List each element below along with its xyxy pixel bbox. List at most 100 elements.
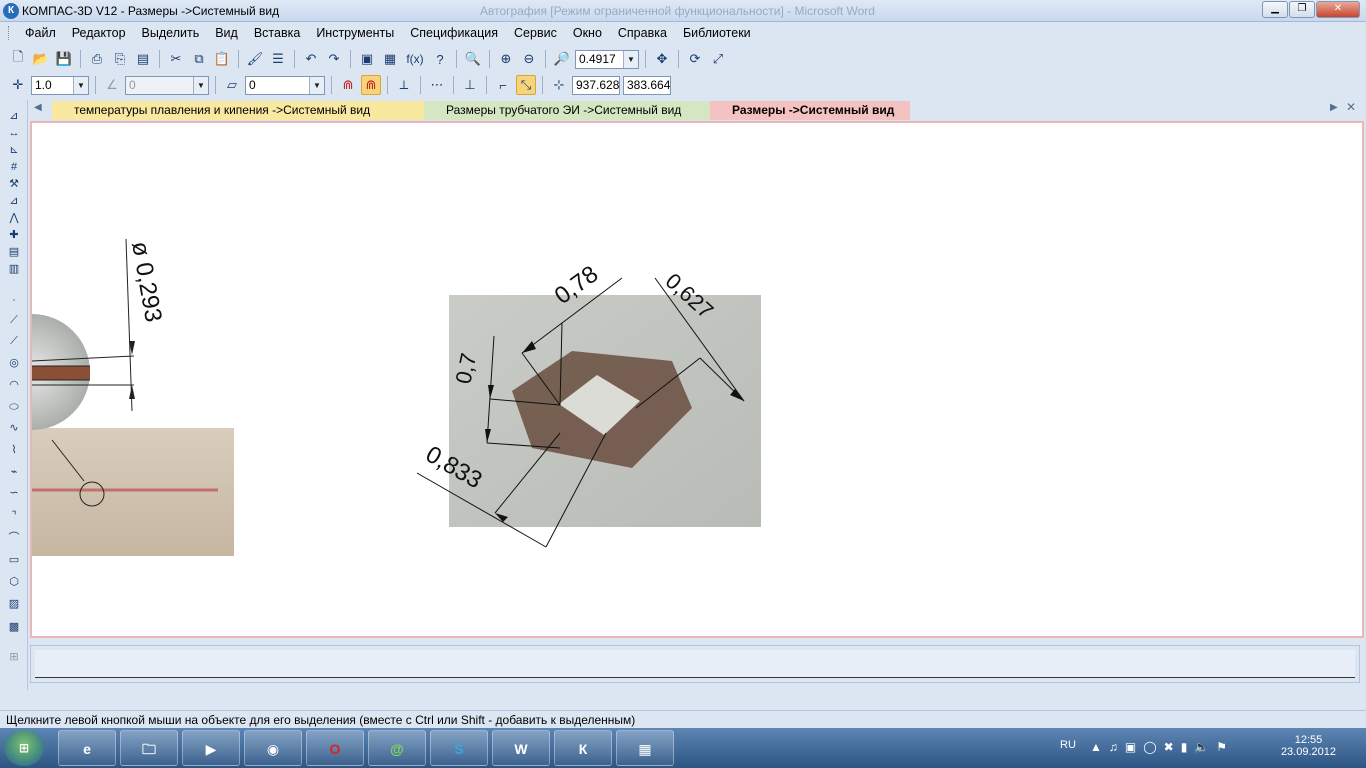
symbols-panel-icon[interactable]: ⊾ (5, 142, 23, 158)
print-preview-icon[interactable]: ⎘ (110, 49, 130, 69)
fill-icon[interactable]: ▩ (5, 619, 23, 635)
grid-icon[interactable]: ⋯ (427, 75, 447, 95)
ie-icon[interactable]: e (58, 730, 116, 766)
arc-icon[interactable]: ◠ (5, 377, 23, 393)
audio-tray-icon[interactable]: ♫ (1109, 740, 1118, 754)
layer-combo[interactable]: 0 ▼ (245, 75, 325, 95)
dimensions-panel-icon[interactable]: ↔ (5, 125, 23, 141)
menu-insert[interactable]: Вставка (246, 26, 308, 40)
show-hidden-icons-icon[interactable]: ▲ (1090, 740, 1102, 754)
new-document-icon[interactable]: 🗋 (8, 49, 28, 69)
word-icon[interactable]: W (492, 730, 550, 766)
skype-icon[interactable]: S (430, 730, 488, 766)
language-indicator[interactable]: RU (1060, 739, 1076, 751)
explorer-icon[interactable]: 🗀 (120, 730, 178, 766)
undo-icon[interactable]: ↶ (301, 49, 321, 69)
help-pointer-icon[interactable]: ? (430, 49, 450, 69)
collection-icon[interactable]: ⊞ (5, 649, 23, 665)
angle-combo[interactable]: 0 ▼ (125, 75, 209, 95)
measure-icon[interactable]: ⊿ (5, 193, 23, 209)
layer-icon[interactable]: ▱ (222, 75, 242, 95)
pan-icon[interactable]: ✥ (652, 49, 672, 69)
snap-magnet-active-icon[interactable]: ⋒ (361, 75, 381, 95)
ellipse-icon[interactable]: ⬭ (5, 399, 23, 415)
zoom-out-icon[interactable]: ⊖ (519, 49, 539, 69)
diameter-dimension-label[interactable]: ø 0,293 (126, 239, 167, 324)
properties-icon[interactable]: ▤ (133, 49, 153, 69)
toolbar-grip[interactable] (8, 26, 11, 40)
rectangle-icon[interactable]: ▭ (5, 552, 23, 568)
paste-icon[interactable]: 📋 (212, 49, 232, 69)
auxiliary-line-icon[interactable]: ⟋ (5, 312, 23, 328)
zoom-scale-icon[interactable]: 🔎 (552, 49, 572, 69)
zoom-in-icon[interactable]: ⊕ (496, 49, 516, 69)
menu-file[interactable]: Файл (17, 26, 64, 40)
coordinates-icon[interactable]: ⊹ (549, 75, 569, 95)
drawing-area[interactable]: ø 0,293 0,78 0,627 0,7 0,833 (30, 121, 1364, 638)
network-tray-icon[interactable]: ✖ (1164, 740, 1174, 754)
chevron-down-icon[interactable]: ▼ (623, 50, 638, 68)
volume-tray-icon[interactable]: 🔈 (1194, 740, 1209, 754)
insert-icon[interactable]: ▥ (5, 261, 23, 277)
tab-melting-temperatures[interactable]: температуры плавления и кипения ->Систем… (52, 101, 424, 120)
spec-icon[interactable]: ✚ (5, 227, 23, 243)
chevron-down-icon[interactable]: ▼ (193, 76, 208, 94)
zoom-combo[interactable]: 0.4917 ▼ (575, 49, 639, 69)
menu-window[interactable]: Окно (565, 26, 610, 40)
menu-view[interactable]: Вид (207, 26, 246, 40)
segment-icon[interactable]: ⟋ (5, 333, 23, 349)
cursor-step-icon[interactable]: ✛ (8, 75, 28, 95)
step-combo[interactable]: 1.0 ▼ (31, 75, 89, 95)
minimize-button[interactable]: ▁ (1262, 1, 1288, 18)
polyline-icon[interactable]: ⌇ (5, 442, 23, 458)
chevron-down-icon[interactable]: ▼ (309, 76, 324, 94)
select-icon[interactable]: ⋀ (5, 210, 23, 226)
tab-dimensions[interactable]: Размеры ->Системный вид (710, 101, 910, 120)
parametrization-icon[interactable]: ⚒ (5, 176, 23, 192)
menu-editor[interactable]: Редактор (64, 26, 134, 40)
maximize-button[interactable]: ❐ (1289, 1, 1315, 18)
ortho-mode-icon[interactable]: ⌐ (493, 75, 513, 95)
polygon-icon[interactable]: ⬡ (5, 574, 23, 590)
kompas-icon[interactable]: К (554, 730, 612, 766)
cut-icon[interactable]: ✂ (166, 49, 186, 69)
bezier-icon[interactable]: ⌁ (5, 464, 23, 480)
x-coordinate-field[interactable]: 937.628 (572, 75, 620, 95)
chevron-down-icon[interactable]: ▼ (73, 76, 88, 94)
tab-scroll-left-icon[interactable]: ◀ (34, 102, 42, 113)
menu-help[interactable]: Справка (610, 26, 675, 40)
chamfer-icon[interactable]: ⌝ (5, 508, 23, 524)
spline-icon[interactable]: ∿ (5, 420, 23, 436)
y-coordinate-field[interactable]: 383.664 (623, 75, 671, 95)
calculator-icon[interactable]: ▦ (616, 730, 674, 766)
nurbs-icon[interactable]: ∽ (5, 485, 23, 501)
redo-icon[interactable]: ↷ (324, 49, 344, 69)
circle-icon[interactable]: ◎ (5, 355, 23, 371)
fillet-icon[interactable]: ⌒ (5, 530, 23, 546)
opera-tray-icon[interactable]: ◯ (1143, 740, 1156, 754)
menu-libraries[interactable]: Библиотеки (675, 26, 759, 40)
format-brush-icon[interactable]: 🖌 (245, 49, 265, 69)
tab-close-icon[interactable]: ✕ (1346, 100, 1356, 114)
tab-tubular-dimensions[interactable]: Размеры трубчатого ЭИ ->Системный вид (424, 101, 710, 120)
left-photo[interactable]: ø 0,293 (32, 238, 234, 556)
opera-icon[interactable]: O (306, 730, 364, 766)
local-cs-icon[interactable]: ⊥ (460, 75, 480, 95)
menu-specification[interactable]: Спецификация (402, 26, 506, 40)
chat-icon[interactable]: @ (368, 730, 426, 766)
kompas-logo-icon[interactable]: К (3, 3, 19, 19)
edit-panel-icon[interactable]: # (5, 159, 23, 175)
show-all-icon[interactable]: ⤢ (708, 49, 728, 69)
reports-icon[interactable]: ▤ (5, 244, 23, 260)
menu-service[interactable]: Сервис (506, 26, 565, 40)
zoom-window-icon[interactable]: 🔍 (463, 49, 483, 69)
ati-tray-icon[interactable]: ▣ (1125, 740, 1136, 754)
menu-select[interactable]: Выделить (134, 26, 208, 40)
round-mode-icon[interactable]: ⤡ (516, 75, 536, 95)
mail-icon[interactable]: ◉ (244, 730, 302, 766)
save-icon[interactable]: 💾 (54, 49, 74, 69)
action-center-icon[interactable]: ⚑ (1216, 740, 1227, 754)
list-icon[interactable]: ☰ (268, 49, 288, 69)
geometry-panel-icon[interactable]: ⊿ (5, 108, 23, 124)
point-icon[interactable]: · (5, 292, 23, 308)
